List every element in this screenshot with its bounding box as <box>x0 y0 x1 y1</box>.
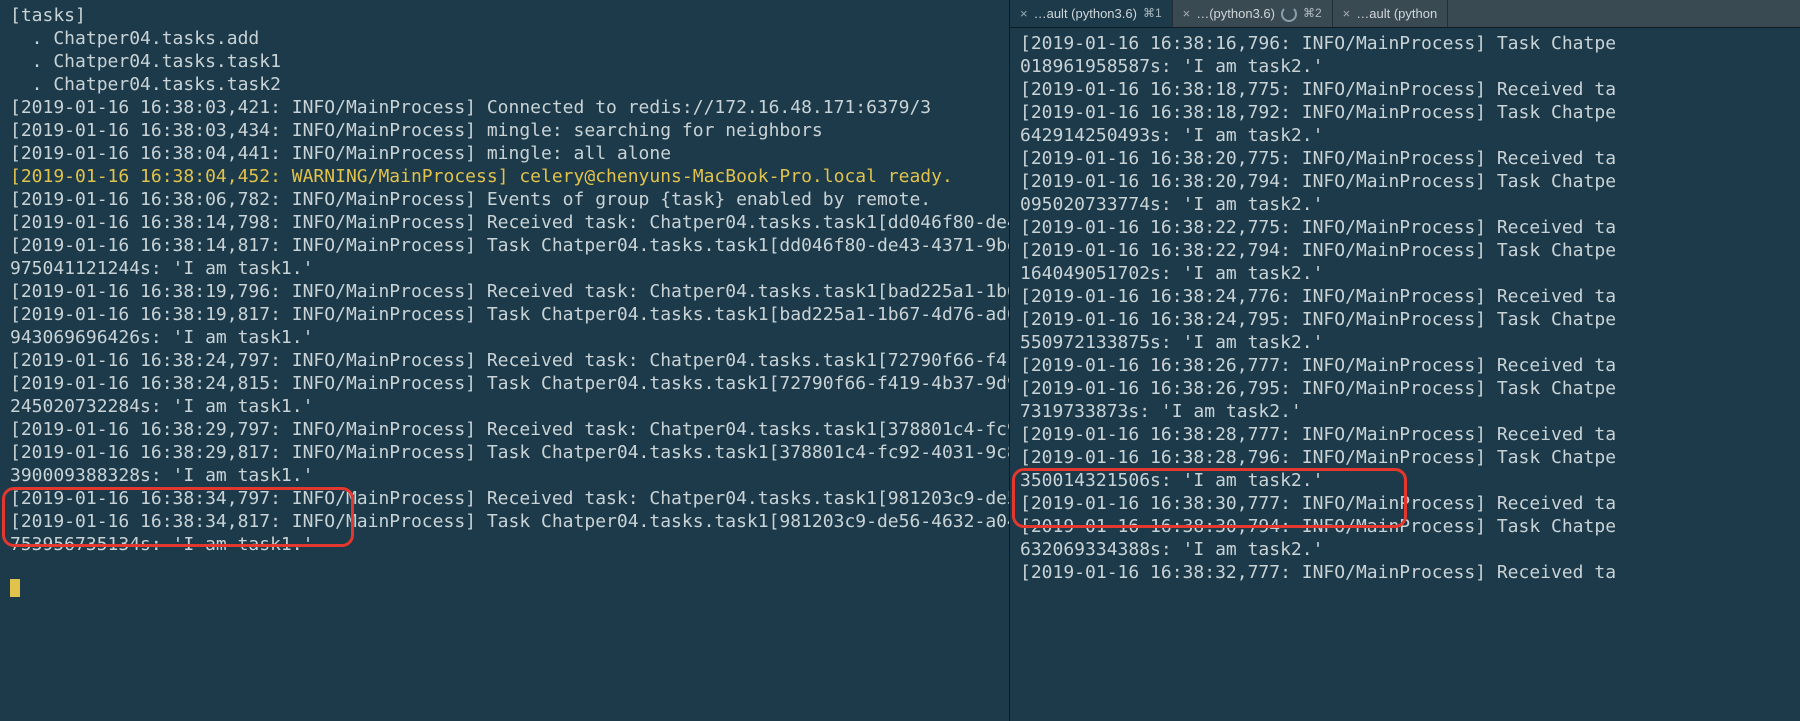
log-line: [2019-01-16 16:38:34,797: INFO/MainProce… <box>10 487 999 510</box>
log-line: [2019-01-16 16:38:29,817: INFO/MainProce… <box>10 441 999 464</box>
log-line: [2019-01-16 16:38:20,775: INFO/MainProce… <box>1020 147 1790 170</box>
log-line: [2019-01-16 16:38:24,795: INFO/MainProce… <box>1020 308 1790 331</box>
log-line: 350014321506s: 'I am task2.' <box>1020 469 1790 492</box>
log-line: [2019-01-16 16:38:04,452: WARNING/MainPr… <box>10 165 999 188</box>
loading-spinner-icon <box>1281 6 1297 22</box>
tab-shortcut: ⌘1 <box>1143 2 1162 25</box>
log-line: [2019-01-16 16:38:30,794: INFO/MainProce… <box>1020 515 1790 538</box>
log-line: [2019-01-16 16:38:24,815: INFO/MainProce… <box>10 372 999 395</box>
log-line: 245020732284s: 'I am task1.' <box>10 395 999 418</box>
tab-label: …(python3.6) <box>1196 2 1275 25</box>
log-line: [2019-01-16 16:38:04,441: INFO/MainProce… <box>10 142 999 165</box>
log-line: [2019-01-16 16:38:06,782: INFO/MainProce… <box>10 188 999 211</box>
log-line: [2019-01-16 16:38:24,776: INFO/MainProce… <box>1020 285 1790 308</box>
tab-shortcut: ⌘2 <box>1303 2 1322 25</box>
log-line: [2019-01-16 16:38:03,421: INFO/MainProce… <box>10 96 999 119</box>
log-line: 390009388328s: 'I am task1.' <box>10 464 999 487</box>
terminal-tab-bar: ×…ault (python3.6)⌘1×…(python3.6)⌘2×…aul… <box>1010 0 1800 28</box>
log-line: [2019-01-16 16:38:34,817: INFO/MainProce… <box>10 510 999 533</box>
log-line: [tasks] <box>10 4 999 27</box>
log-line: [2019-01-16 16:38:22,794: INFO/MainProce… <box>1020 239 1790 262</box>
log-line: [2019-01-16 16:38:14,798: INFO/MainProce… <box>10 211 999 234</box>
log-line: 632069334388s: 'I am task2.' <box>1020 538 1790 561</box>
tab-label: …ault (python3.6) <box>1034 2 1137 25</box>
log-line: . Chatper04.tasks.task1 <box>10 50 999 73</box>
right-terminal-pane[interactable]: ×…ault (python3.6)⌘1×…(python3.6)⌘2×…aul… <box>1010 0 1800 721</box>
right-terminal-output: [2019-01-16 16:38:16,796: INFO/MainProce… <box>1010 28 1800 584</box>
log-line: 943069696426s: 'I am task1.' <box>10 326 999 349</box>
log-line: [2019-01-16 16:38:03,434: INFO/MainProce… <box>10 119 999 142</box>
log-line: 642914250493s: 'I am task2.' <box>1020 124 1790 147</box>
ide-split-view: [tasks] . Chatper04.tasks.add . Chatper0… <box>0 0 1800 721</box>
terminal-tab[interactable]: × …ault (python3.6) ⌘1 <box>1010 0 1173 27</box>
log-line: [2019-01-16 16:38:26,777: INFO/MainProce… <box>1020 354 1790 377</box>
log-line: [2019-01-16 16:38:14,817: INFO/MainProce… <box>10 234 999 257</box>
log-line: 018961958587s: 'I am task2.' <box>1020 55 1790 78</box>
tab-label: …ault (python <box>1356 2 1437 25</box>
log-line: 753956735134s: 'I am task1.' <box>10 533 999 556</box>
log-line: 164049051702s: 'I am task2.' <box>1020 262 1790 285</box>
log-line: [2019-01-16 16:38:28,796: INFO/MainProce… <box>1020 446 1790 469</box>
terminal-cursor <box>10 579 20 597</box>
log-line: [2019-01-16 16:38:16,796: INFO/MainProce… <box>1020 32 1790 55</box>
log-line: 095020733774s: 'I am task2.' <box>1020 193 1790 216</box>
log-line: [2019-01-16 16:38:18,775: INFO/MainProce… <box>1020 78 1790 101</box>
terminal-tab[interactable]: ×…(python3.6) ⌘2 <box>1173 0 1333 27</box>
log-line: [2019-01-16 16:38:29,797: INFO/MainProce… <box>10 418 999 441</box>
log-line: 7319733873s: 'I am task2.' <box>1020 400 1790 423</box>
close-icon[interactable]: × <box>1343 2 1351 25</box>
close-icon[interactable]: × <box>1183 2 1191 25</box>
log-line: [2019-01-16 16:38:32,777: INFO/MainProce… <box>1020 561 1790 584</box>
log-line: [2019-01-16 16:38:26,795: INFO/MainProce… <box>1020 377 1790 400</box>
log-line: [2019-01-16 16:38:19,817: INFO/MainProce… <box>10 303 999 326</box>
log-line: [2019-01-16 16:38:20,794: INFO/MainProce… <box>1020 170 1790 193</box>
log-line: [2019-01-16 16:38:22,775: INFO/MainProce… <box>1020 216 1790 239</box>
left-terminal-pane[interactable]: [tasks] . Chatper04.tasks.add . Chatper0… <box>0 0 1010 721</box>
log-line: [2019-01-16 16:38:19,796: INFO/MainProce… <box>10 280 999 303</box>
log-line: 550972133875s: 'I am task2.' <box>1020 331 1790 354</box>
log-line: [2019-01-16 16:38:24,797: INFO/MainProce… <box>10 349 999 372</box>
log-line: [2019-01-16 16:38:30,777: INFO/MainProce… <box>1020 492 1790 515</box>
log-line: . Chatper04.tasks.task2 <box>10 73 999 96</box>
left-terminal-output: [tasks] . Chatper04.tasks.add . Chatper0… <box>0 0 1009 556</box>
close-icon[interactable]: × <box>1020 2 1028 25</box>
log-line: [2019-01-16 16:38:18,792: INFO/MainProce… <box>1020 101 1790 124</box>
log-line: [2019-01-16 16:38:28,777: INFO/MainProce… <box>1020 423 1790 446</box>
terminal-tab[interactable]: ×…ault (python <box>1333 0 1449 27</box>
log-line: 975041121244s: 'I am task1.' <box>10 257 999 280</box>
log-line: . Chatper04.tasks.add <box>10 27 999 50</box>
